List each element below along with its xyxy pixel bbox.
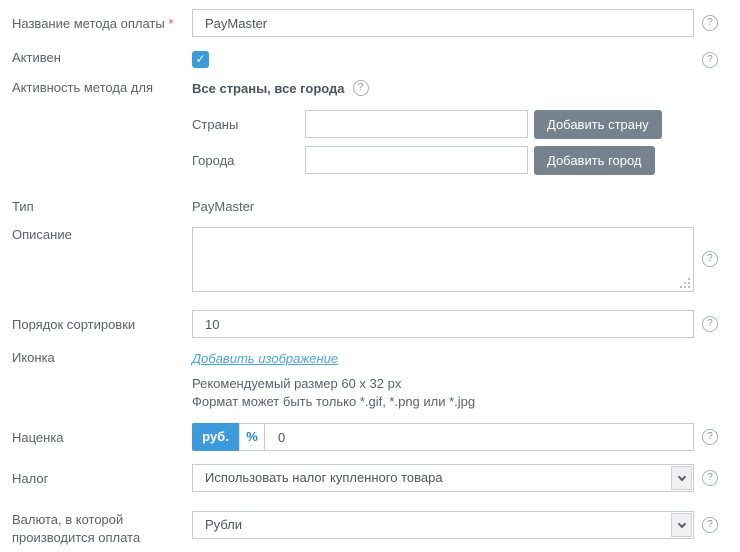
field-row-surcharge: Наценка руб. % ? [12,423,740,451]
availability-label: Активность метода для [12,80,192,96]
add-country-button[interactable]: Добавить страну [534,110,662,139]
help-icon[interactable]: ? [353,80,369,96]
surcharge-unit-currency-toggle[interactable]: руб. [192,423,239,451]
surcharge-unit-percent-toggle[interactable]: % [239,423,264,451]
check-icon: ✓ [195,52,205,66]
field-row-type: Тип PayMaster [12,199,740,215]
help-icon[interactable]: ? [702,316,718,332]
field-row-name: Название метода оплаты * ? [12,9,740,37]
currency-label: Валюта, в которой производится оплата [12,511,192,547]
surcharge-input[interactable] [264,423,694,451]
help-icon[interactable]: ? [702,251,718,267]
payment-name-input[interactable] [192,9,694,37]
sort-order-label: Порядок сортировки [12,310,192,333]
field-row-icon: Иконка Добавить изображение Рекомендуемы… [12,350,740,411]
add-city-button[interactable]: Добавить город [534,146,655,175]
field-row-cities: Города Добавить город [12,146,740,175]
active-checkbox[interactable]: ✓ [192,51,209,68]
surcharge-label: Наценка [12,423,192,446]
payment-name-label: Название метода оплаты * [12,9,192,32]
type-value: PayMaster [192,199,254,214]
field-row-countries: Страны Добавить страну [12,110,740,139]
add-image-link[interactable]: Добавить изображение [192,350,338,367]
chevron-down-icon[interactable] [671,466,692,490]
required-asterisk: * [168,16,173,31]
help-icon[interactable]: ? [702,15,718,31]
field-row-tax: Налог Использовать налог купленного това… [12,464,740,492]
countries-label: Страны [192,110,305,133]
cities-label: Города [192,146,305,169]
field-row-description: Описание ? [12,227,740,295]
field-row-availability: Активность метода для Все страны, все го… [12,80,740,97]
icon-label: Иконка [12,350,192,366]
payment-method-form: Название метода оплаты * ? Активен ✓ ? А… [0,0,740,547]
countries-input[interactable] [305,110,528,138]
help-icon[interactable]: ? [702,517,718,533]
icon-format-hint: Формат может быть только *.gif, *.png ил… [192,393,694,411]
type-label: Тип [12,199,192,215]
currency-select[interactable]: Рубли [192,511,694,539]
active-label: Активен [12,50,192,66]
chevron-down-icon[interactable] [671,513,692,537]
tax-selected-value: Использовать налог купленного товара [193,465,670,491]
availability-summary: Все страны, все города [192,80,345,97]
icon-size-hint: Рекомендуемый размер 60 x 32 px [192,375,694,393]
field-row-currency: Валюта, в которой производится оплата Ру… [12,511,740,547]
field-row-sort-order: Порядок сортировки ? [12,310,740,338]
tax-select[interactable]: Использовать налог купленного товара [192,464,694,492]
sort-order-input[interactable] [192,310,694,338]
help-icon[interactable]: ? [702,429,718,445]
help-icon[interactable]: ? [702,470,718,486]
tax-label: Налог [12,464,192,487]
resize-handle-icon[interactable] [688,286,690,288]
currency-selected-value: Рубли [193,512,670,538]
field-row-active: Активен ✓ ? [12,50,740,68]
help-icon[interactable]: ? [702,52,718,68]
cities-input[interactable] [305,146,528,174]
description-textarea[interactable] [192,227,694,292]
description-label: Описание [12,227,192,243]
